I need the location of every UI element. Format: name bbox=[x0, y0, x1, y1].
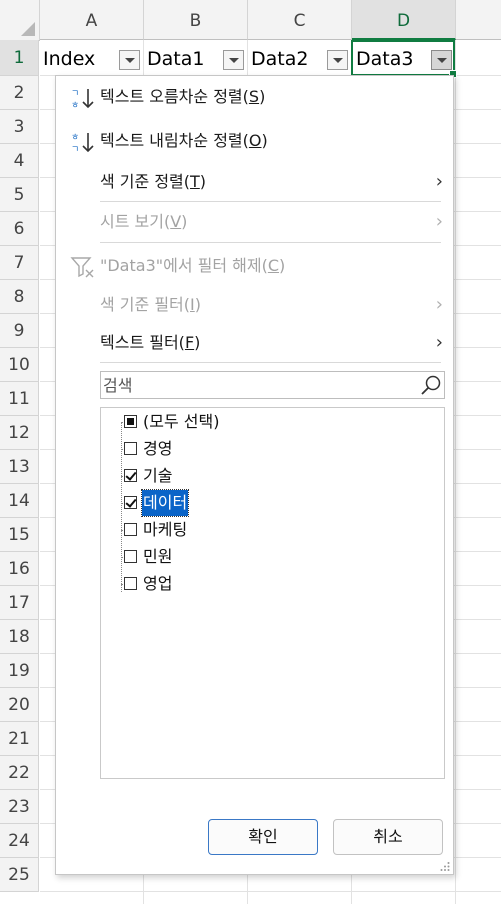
menu-item-clear-filter: "Data3"에서 필터 해제(C) bbox=[56, 249, 453, 283]
checkbox[interactable] bbox=[124, 496, 137, 509]
chevron-right-icon: › bbox=[435, 171, 443, 192]
menu-item-filter-by-color: 색 기준 필터(I) › bbox=[56, 288, 453, 322]
menu-item-sort-descending[interactable]: ㅎ ㄱ 텍스트 내림차순 정렬(O) bbox=[56, 124, 453, 158]
column-header-e[interactable] bbox=[456, 0, 501, 40]
list-item-label: 기술 bbox=[143, 466, 173, 485]
cancel-button[interactable]: 취소 bbox=[333, 819, 443, 855]
list-item[interactable]: 영업 bbox=[101, 571, 441, 597]
row-header-16[interactable]: 16 bbox=[0, 552, 39, 586]
checkbox[interactable] bbox=[124, 469, 137, 482]
sort-descending-icon: ㅎ ㄱ bbox=[71, 133, 94, 154]
list-item-label: (모두 선택) bbox=[143, 412, 220, 431]
chevron-right-icon: › bbox=[435, 332, 443, 353]
row-header-23[interactable]: 23 bbox=[0, 790, 39, 824]
checkbox[interactable] bbox=[124, 415, 137, 428]
list-item[interactable]: 기술 bbox=[101, 463, 441, 489]
search-box bbox=[100, 371, 445, 399]
row-header-14[interactable]: 14 bbox=[0, 484, 39, 518]
chevron-right-icon: › bbox=[435, 294, 443, 315]
list-item[interactable]: 데이터 bbox=[101, 489, 441, 517]
row-header-22[interactable]: 22 bbox=[0, 756, 39, 790]
menu-item-sort-by-color[interactable]: 색 기준 정렬(T) › bbox=[56, 165, 453, 199]
row-header-5[interactable]: 5 bbox=[0, 178, 39, 212]
checkbox[interactable] bbox=[124, 577, 137, 590]
sort-ascending-icon: ㄱ ㅎ bbox=[71, 89, 94, 110]
ok-button[interactable]: 확인 bbox=[208, 819, 318, 855]
list-item[interactable]: 민원 bbox=[101, 544, 441, 570]
filter-dropdown-button-b[interactable] bbox=[223, 50, 244, 70]
svg-text:ㄱ: ㄱ bbox=[71, 89, 79, 99]
row-header-24[interactable]: 24 bbox=[0, 824, 39, 858]
column-header-a[interactable]: A bbox=[40, 0, 144, 40]
row-header-13[interactable]: 13 bbox=[0, 450, 39, 484]
menu-item-sort-ascending[interactable]: ㄱ ㅎ 텍스트 오름차순 정렬(S) bbox=[56, 80, 453, 114]
row-header-10[interactable]: 10 bbox=[0, 348, 39, 382]
checkbox[interactable] bbox=[124, 550, 137, 563]
row-header-20[interactable]: 20 bbox=[0, 688, 39, 722]
row-header-12[interactable]: 12 bbox=[0, 416, 39, 450]
search-input[interactable] bbox=[103, 373, 413, 397]
column-header-b[interactable]: B bbox=[144, 0, 248, 40]
row-header-15[interactable]: 15 bbox=[0, 518, 39, 552]
resize-grip-icon[interactable] bbox=[440, 861, 450, 871]
row-header-11[interactable]: 11 bbox=[0, 382, 39, 416]
search-icon[interactable] bbox=[420, 374, 442, 396]
row-header-1[interactable]: 1 bbox=[0, 40, 39, 76]
cell-b1[interactable]: Data1 bbox=[147, 42, 204, 76]
gridline bbox=[455, 40, 456, 904]
row-header-17[interactable]: 17 bbox=[0, 586, 39, 620]
row-header-9[interactable]: 9 bbox=[0, 314, 39, 348]
filter-dropdown-button-a[interactable] bbox=[119, 50, 140, 70]
active-cell-outline bbox=[351, 40, 457, 78]
autofilter-menu: ㄱ ㅎ 텍스트 오름차순 정렬(S) ㅎ ㄱ 텍스트 내림차순 정렬(O) 색 … bbox=[55, 75, 454, 875]
select-all-corner[interactable] bbox=[0, 0, 40, 41]
chevron-right-icon: › bbox=[435, 211, 443, 232]
row-header-8[interactable]: 8 bbox=[0, 280, 39, 314]
clear-filter-icon bbox=[70, 257, 94, 278]
row-header-21[interactable]: 21 bbox=[0, 722, 39, 756]
list-item-label: 민원 bbox=[143, 547, 173, 566]
svg-text:ㄱ: ㄱ bbox=[71, 145, 79, 154]
list-item-label: 경영 bbox=[143, 439, 173, 458]
list-item-label: 마케팅 bbox=[143, 520, 188, 539]
row-header-3[interactable]: 3 bbox=[0, 110, 39, 144]
list-item[interactable]: 마케팅 bbox=[101, 517, 441, 543]
menu-separator bbox=[100, 362, 441, 363]
row-header-2[interactable]: 2 bbox=[0, 76, 39, 110]
menu-separator bbox=[100, 201, 441, 202]
filter-dropdown-button-c[interactable] bbox=[327, 50, 348, 70]
row-header-6[interactable]: 6 bbox=[0, 212, 39, 246]
cell-a1[interactable]: Index bbox=[43, 42, 95, 76]
list-item-label: 데이터 bbox=[140, 489, 190, 517]
row-header-19[interactable]: 19 bbox=[0, 654, 39, 688]
svg-text:ㅎ: ㅎ bbox=[71, 101, 79, 110]
svg-text:ㅎ: ㅎ bbox=[71, 133, 79, 143]
select-all-item[interactable]: (모두 선택) bbox=[101, 409, 441, 435]
list-item[interactable]: 경영 bbox=[101, 436, 441, 462]
gridline bbox=[40, 891, 501, 892]
column-header-c[interactable]: C bbox=[248, 0, 352, 40]
filter-values-list: (모두 선택) 경영기술데이터마케팅민원영업 bbox=[100, 407, 445, 779]
row-header-25[interactable]: 25 bbox=[0, 858, 39, 892]
row-header-4[interactable]: 4 bbox=[0, 144, 39, 178]
list-item-label: 영업 bbox=[143, 574, 173, 593]
column-header-d[interactable]: D bbox=[352, 0, 456, 40]
menu-separator bbox=[100, 242, 441, 243]
row-header-7[interactable]: 7 bbox=[0, 246, 39, 280]
row-header-18[interactable]: 18 bbox=[0, 620, 39, 654]
menu-item-sheet-view: 시트 보기(V) › bbox=[56, 205, 453, 239]
menu-item-text-filter[interactable]: 텍스트 필터(F) › bbox=[56, 326, 453, 360]
checkbox[interactable] bbox=[124, 442, 137, 455]
checkbox[interactable] bbox=[124, 523, 137, 536]
cell-c1[interactable]: Data2 bbox=[251, 42, 308, 76]
